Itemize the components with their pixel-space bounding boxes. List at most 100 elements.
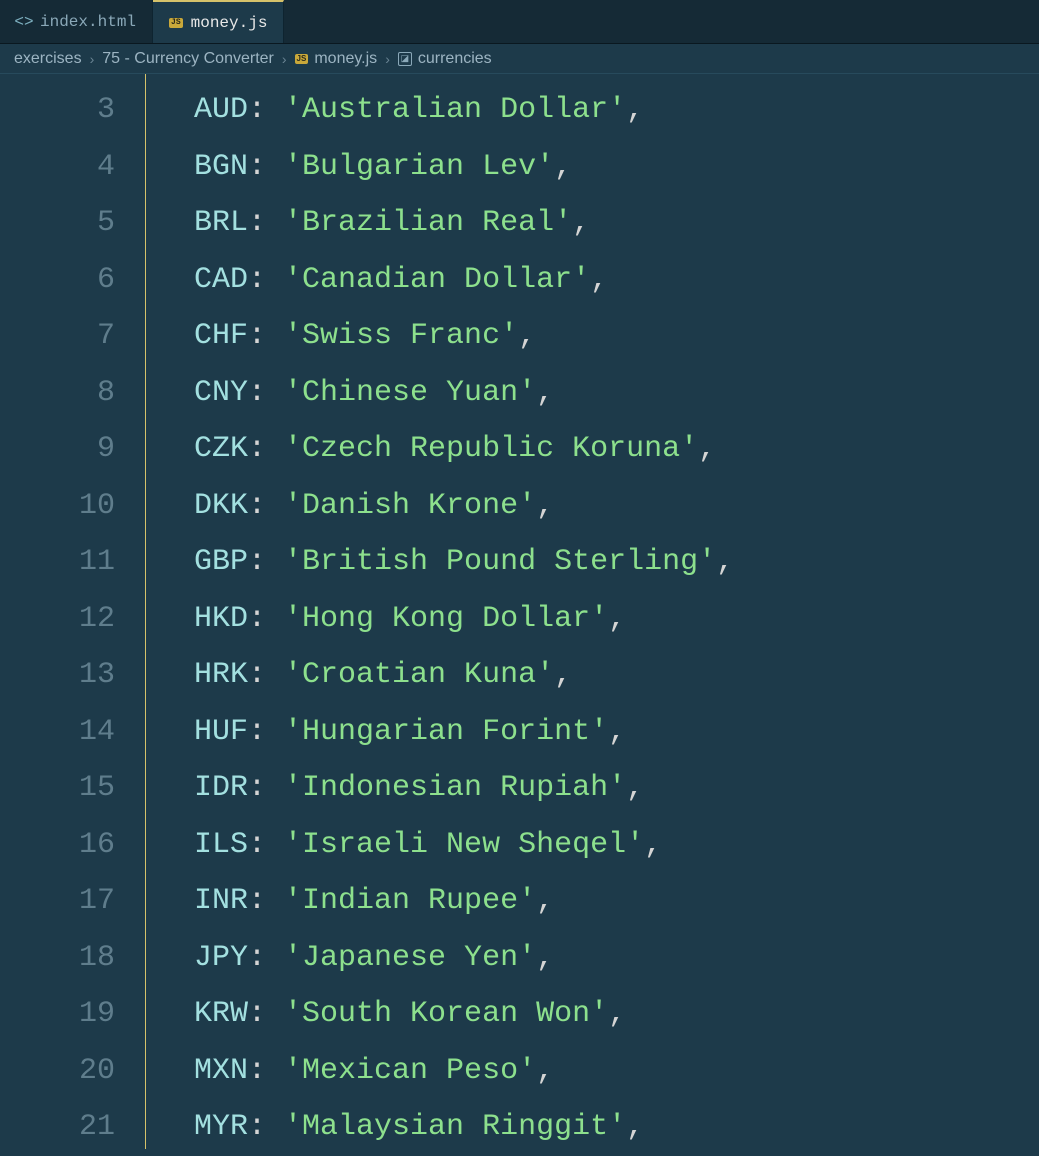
comma: ,	[536, 489, 554, 523]
string-literal: 'Croatian Kuna'	[284, 658, 554, 692]
object-key: MXN	[194, 1054, 248, 1088]
comma: ,	[518, 319, 536, 353]
object-key: AUD	[194, 93, 248, 127]
string-literal: 'Czech Republic Koruna'	[284, 432, 698, 466]
code-line[interactable]: MYR: 'Malaysian Ringgit',	[146, 1099, 1039, 1156]
string-literal: 'Hong Kong Dollar'	[284, 602, 608, 636]
symbol-variable-icon: ◪	[398, 52, 412, 66]
comma: ,	[536, 884, 554, 918]
string-literal: 'Australian Dollar'	[284, 93, 626, 127]
string-literal: 'Bulgarian Lev'	[284, 150, 554, 184]
code-line[interactable]: JPY: 'Japanese Yen',	[146, 930, 1039, 987]
breadcrumb-item[interactable]: exercises	[14, 50, 82, 68]
chevron-right-icon: ›	[90, 51, 95, 67]
object-key: CZK	[194, 432, 248, 466]
colon: :	[248, 828, 284, 862]
code-line[interactable]: CZK: 'Czech Republic Koruna',	[146, 421, 1039, 478]
line-number: 14	[0, 704, 145, 761]
tab-money-js[interactable]: JS money.js	[153, 0, 284, 43]
js-file-icon: JS	[295, 54, 309, 64]
breadcrumb-item[interactable]: 75 - Currency Converter	[102, 50, 274, 68]
colon: :	[248, 545, 284, 579]
breadcrumb-label: 75 - Currency Converter	[102, 50, 274, 68]
breadcrumb-label: currencies	[418, 50, 492, 68]
comma: ,	[572, 206, 590, 240]
comma: ,	[536, 376, 554, 410]
object-key: CAD	[194, 263, 248, 297]
line-number: 6	[0, 252, 145, 309]
html-file-icon: <>	[16, 14, 32, 30]
colon: :	[248, 715, 284, 749]
line-number: 5	[0, 195, 145, 252]
code-line[interactable]: HKD: 'Hong Kong Dollar',	[146, 591, 1039, 648]
object-key: CHF	[194, 319, 248, 353]
object-key: BGN	[194, 150, 248, 184]
colon: :	[248, 997, 284, 1031]
string-literal: 'Swiss Franc'	[284, 319, 518, 353]
line-number: 20	[0, 1043, 145, 1100]
string-literal: 'Japanese Yen'	[284, 941, 536, 975]
code-line[interactable]: AUD: 'Australian Dollar',	[146, 82, 1039, 139]
code-line[interactable]: HRK: 'Croatian Kuna',	[146, 647, 1039, 704]
breadcrumb-item[interactable]: JS money.js	[295, 50, 378, 68]
code-line[interactable]: BRL: 'Brazilian Real',	[146, 195, 1039, 252]
line-number: 12	[0, 591, 145, 648]
code-line[interactable]: IDR: 'Indonesian Rupiah',	[146, 760, 1039, 817]
code-line[interactable]: CHF: 'Swiss Franc',	[146, 308, 1039, 365]
object-key: INR	[194, 884, 248, 918]
colon: :	[248, 489, 284, 523]
colon: :	[248, 432, 284, 466]
string-literal: 'Hungarian Forint'	[284, 715, 608, 749]
colon: :	[248, 884, 284, 918]
code-editor[interactable]: 3456789101112131415161718192021 AUD: 'Au…	[0, 74, 1039, 1149]
code-line[interactable]: ILS: 'Israeli New Sheqel',	[146, 817, 1039, 874]
comma: ,	[608, 602, 626, 636]
string-literal: 'Danish Krone'	[284, 489, 536, 523]
comma: ,	[554, 150, 572, 184]
comma: ,	[608, 997, 626, 1031]
string-literal: 'Malaysian Ringgit'	[284, 1110, 626, 1144]
colon: :	[248, 206, 284, 240]
code-line[interactable]: DKK: 'Danish Krone',	[146, 478, 1039, 535]
object-key: KRW	[194, 997, 248, 1031]
comma: ,	[554, 658, 572, 692]
colon: :	[248, 319, 284, 353]
comma: ,	[536, 1054, 554, 1088]
string-literal: 'South Korean Won'	[284, 997, 608, 1031]
code-content[interactable]: AUD: 'Australian Dollar',BGN: 'Bulgarian…	[145, 74, 1039, 1149]
string-literal: 'British Pound Sterling'	[284, 545, 716, 579]
code-line[interactable]: HUF: 'Hungarian Forint',	[146, 704, 1039, 761]
line-number: 11	[0, 534, 145, 591]
object-key: CNY	[194, 376, 248, 410]
code-line[interactable]: GBP: 'British Pound Sterling',	[146, 534, 1039, 591]
code-line[interactable]: BGN: 'Bulgarian Lev',	[146, 139, 1039, 196]
tab-index-html[interactable]: <> index.html	[0, 0, 153, 43]
colon: :	[248, 941, 284, 975]
comma: ,	[608, 715, 626, 749]
string-literal: 'Mexican Peso'	[284, 1054, 536, 1088]
comma: ,	[590, 263, 608, 297]
code-line[interactable]: KRW: 'South Korean Won',	[146, 986, 1039, 1043]
object-key: HUF	[194, 715, 248, 749]
breadcrumb-label: exercises	[14, 50, 82, 68]
line-number: 17	[0, 873, 145, 930]
line-number: 15	[0, 760, 145, 817]
colon: :	[248, 1110, 284, 1144]
colon: :	[248, 263, 284, 297]
code-line[interactable]: MXN: 'Mexican Peso',	[146, 1043, 1039, 1100]
line-number: 16	[0, 817, 145, 874]
object-key: HKD	[194, 602, 248, 636]
string-literal: 'Israeli New Sheqel'	[284, 828, 644, 862]
breadcrumb-item[interactable]: ◪ currencies	[398, 50, 492, 68]
string-literal: 'Chinese Yuan'	[284, 376, 536, 410]
code-line[interactable]: CNY: 'Chinese Yuan',	[146, 365, 1039, 422]
code-line[interactable]: INR: 'Indian Rupee',	[146, 873, 1039, 930]
chevron-right-icon: ›	[385, 51, 390, 67]
string-literal: 'Canadian Dollar'	[284, 263, 590, 297]
tab-label: index.html	[40, 13, 136, 31]
tab-label: money.js	[191, 14, 268, 32]
code-line[interactable]: CAD: 'Canadian Dollar',	[146, 252, 1039, 309]
comma: ,	[626, 771, 644, 805]
line-number: 21	[0, 1099, 145, 1156]
js-file-icon: JS	[169, 18, 183, 28]
